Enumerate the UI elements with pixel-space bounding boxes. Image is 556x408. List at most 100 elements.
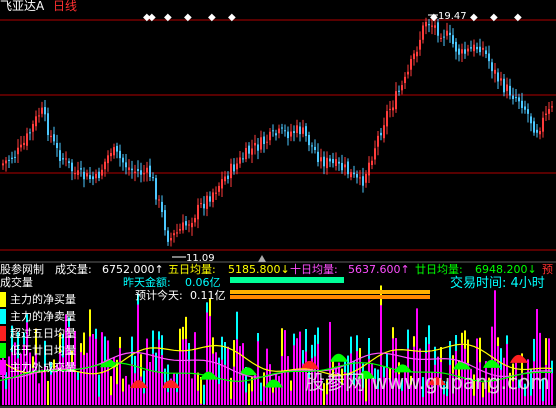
candle-body	[2, 163, 4, 166]
candle-body	[179, 228, 181, 231]
volume-bar-top	[98, 374, 100, 397]
candle-body	[215, 192, 217, 194]
candle-body	[65, 158, 67, 160]
candle-body	[86, 173, 88, 177]
candle-body	[404, 76, 406, 84]
indicator-name: 股参网制	[0, 263, 44, 276]
volume-bar-top	[506, 335, 508, 345]
candle-body	[308, 134, 310, 146]
truncated-label: 预	[542, 263, 553, 276]
candle-body	[320, 157, 322, 162]
candle-body	[425, 21, 427, 27]
candle-body	[287, 131, 289, 139]
candle-body	[533, 121, 535, 133]
candle-body	[71, 162, 73, 172]
candle-body	[191, 222, 193, 228]
candle-body	[62, 158, 64, 160]
volume-bar-top	[158, 331, 160, 340]
candle-body	[341, 162, 343, 171]
candle-body	[155, 178, 157, 200]
candle-body	[380, 132, 382, 136]
candle-body	[98, 171, 100, 179]
volume-bar-top	[110, 376, 112, 396]
volume-label: 成交量:	[55, 263, 92, 276]
candle-body	[467, 48, 469, 52]
candle-body	[122, 157, 124, 163]
candle-body	[437, 22, 439, 36]
volume-bar	[287, 356, 289, 405]
candle-body	[395, 91, 397, 110]
volume-bar-top	[356, 335, 358, 352]
ma20-label: 廿日均量:	[415, 263, 463, 276]
candle-body	[47, 113, 49, 136]
candle-body	[428, 24, 430, 26]
volume-bar-top	[122, 378, 124, 392]
volume-bar-top	[461, 332, 463, 344]
candle-body	[194, 217, 196, 223]
candle-body	[239, 157, 241, 164]
candle-body	[386, 111, 388, 127]
candle-body	[371, 160, 373, 166]
event-marker: ◆	[164, 12, 172, 23]
volume-bar-top	[317, 327, 319, 345]
event-marker: ◆	[228, 12, 236, 23]
volume-bar-top	[263, 372, 265, 387]
candle-body	[479, 46, 481, 53]
stock-name: 飞亚达A	[0, 0, 45, 13]
candle-body	[485, 50, 487, 55]
yesterday-amount-value: 0.06亿	[185, 276, 221, 289]
candle-body	[266, 141, 268, 143]
candle-body	[311, 145, 313, 147]
candle-body	[95, 173, 97, 179]
candle-body	[332, 158, 334, 164]
candle-body	[398, 90, 400, 92]
volume-bar-top	[302, 350, 304, 364]
volume-bar-top	[47, 380, 49, 405]
candle-body	[254, 142, 256, 146]
candle-body	[500, 78, 502, 81]
volume-bar-top	[311, 344, 313, 359]
candle-body	[293, 131, 295, 134]
candle-body	[104, 161, 106, 170]
candle-body	[542, 117, 544, 132]
volume-bar	[158, 331, 160, 405]
candle-body	[152, 177, 154, 179]
candle-body	[368, 162, 370, 176]
candle-body	[494, 69, 496, 74]
watermark: 股参网 www.gupang.com	[305, 370, 550, 394]
candle-body	[470, 47, 472, 49]
candle-body	[5, 160, 7, 164]
candle-body	[119, 150, 121, 159]
candle-body	[143, 173, 145, 175]
candle-body	[257, 144, 259, 151]
candle-body	[236, 163, 238, 170]
candle-body	[209, 196, 211, 202]
candle-body	[59, 150, 61, 161]
volume-bar	[128, 384, 130, 405]
volume-bar-top	[131, 336, 133, 364]
candle-body	[272, 130, 274, 132]
candle-body	[539, 130, 541, 135]
volume-bar-top	[413, 336, 415, 347]
candle-body	[290, 131, 292, 137]
high-price-label: 19.47	[438, 11, 467, 22]
volume-bar-top	[185, 316, 187, 339]
volume-bar-top	[233, 340, 235, 367]
candle-body	[362, 176, 364, 186]
candle-body	[35, 116, 37, 127]
candle-body	[488, 53, 490, 62]
today-estimate-bar-bottom	[230, 295, 430, 299]
candle-body	[350, 172, 352, 178]
candle-body	[197, 204, 199, 220]
candle-body	[512, 95, 514, 99]
chart-window: ◆ ◆ ◆ ◆ ◆ ◆ ◆ ◆ ◆ ◆ 飞亚达A 日线 19.47 11.09 股参网制 成交量:…	[0, 0, 556, 408]
volume-bar	[149, 361, 151, 405]
volume-bar-top	[236, 311, 238, 340]
volume-bar-top	[425, 337, 427, 353]
candle-body	[41, 107, 43, 114]
legend-below-ma20: 低于廿日均量	[0, 343, 112, 358]
candle-body	[452, 35, 454, 44]
volume-bump	[510, 354, 528, 363]
candle-body	[146, 167, 148, 173]
candle-body	[392, 107, 394, 111]
